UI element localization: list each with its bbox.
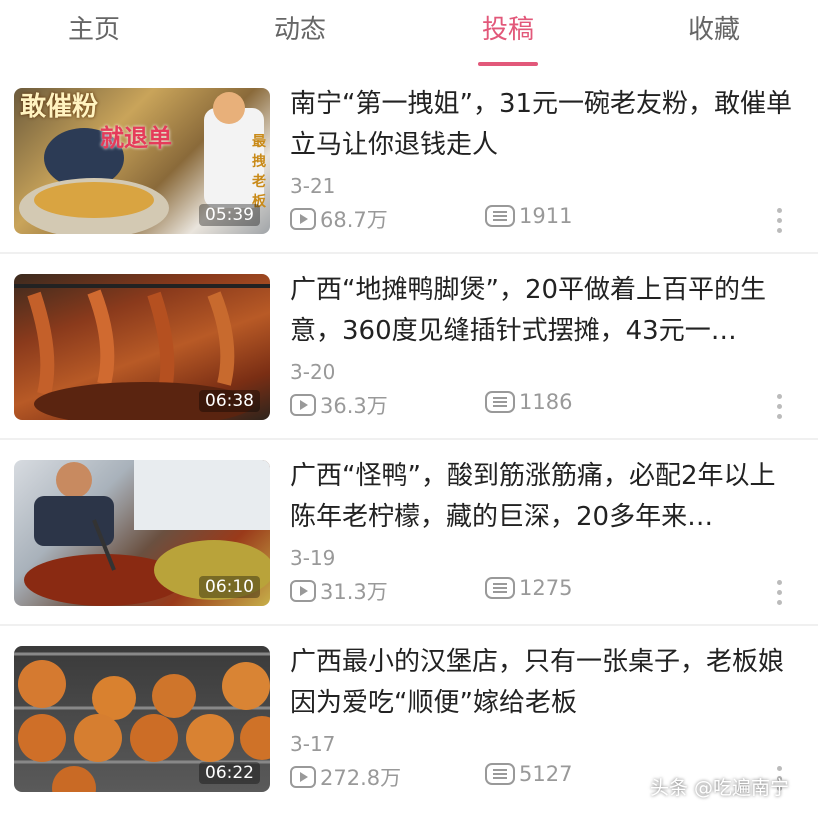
video-date: 3-19 xyxy=(290,546,336,570)
view-count: 272.8万 xyxy=(290,762,401,792)
play-icon xyxy=(290,208,316,230)
more-vertical-icon[interactable] xyxy=(772,578,786,608)
video-thumbnail[interactable]: 06:38 xyxy=(14,274,270,420)
comment-count: 5127 xyxy=(485,762,572,786)
more-vertical-icon[interactable] xyxy=(772,206,786,236)
video-title[interactable]: 南宁“第一拽姐”，31元一碗老友粉，敢催单立马让你退钱走人 xyxy=(290,84,800,166)
video-thumbnail[interactable]: 06:22 xyxy=(14,646,270,792)
comment-count-text: 1911 xyxy=(519,204,573,228)
video-title[interactable]: 广西“怪鸭”，酸到筋涨筋痛，必配2年以上陈年老柠檬，藏的巨深，20多年来… xyxy=(290,456,800,538)
more-vertical-icon[interactable] xyxy=(772,392,786,422)
play-icon xyxy=(290,580,316,602)
video-duration: 06:38 xyxy=(199,390,260,412)
thumbnail-caption: 敢催粉 xyxy=(20,92,99,122)
divider xyxy=(0,624,818,626)
comment-count: 1275 xyxy=(485,576,572,600)
comment-icon xyxy=(485,205,515,227)
divider xyxy=(0,438,818,440)
comment-icon xyxy=(485,763,515,785)
play-icon xyxy=(290,766,316,788)
divider xyxy=(0,252,818,254)
tab-home[interactable]: 主页 xyxy=(34,12,154,52)
comment-count-text: 5127 xyxy=(519,762,573,786)
video-item[interactable]: 06:10 广西“怪鸭”，酸到筋涨筋痛，必配2年以上陈年老柠檬，藏的巨深，20多… xyxy=(0,444,818,630)
view-count-text: 272.8万 xyxy=(320,766,402,790)
tab-bar: 主页 动态 投稿 收藏 xyxy=(0,0,818,72)
tab-favorites[interactable]: 收藏 xyxy=(654,12,774,52)
view-count-text: 31.3万 xyxy=(320,580,388,604)
video-item[interactable]: 敢催粉 就退单 最拽老板 05:39 南宁“第一拽姐”，31元一碗老友粉，敢催单… xyxy=(0,72,818,258)
video-date: 3-17 xyxy=(290,732,336,756)
comment-icon xyxy=(485,577,515,599)
view-count: 31.3万 xyxy=(290,576,388,606)
video-duration: 06:22 xyxy=(199,762,260,784)
video-item[interactable]: 06:38 广西“地摊鸭脚煲”，20平做着上百平的生意，360度见缝插针式摆摊，… xyxy=(0,258,818,444)
view-count-text: 68.7万 xyxy=(320,208,388,232)
comment-count: 1911 xyxy=(485,204,572,228)
comment-count: 1186 xyxy=(485,390,572,414)
watermark: 头条 @吃遍南宁 xyxy=(650,777,790,799)
comment-count-text: 1186 xyxy=(519,390,573,414)
video-date: 3-20 xyxy=(290,360,336,384)
view-count: 68.7万 xyxy=(290,204,388,234)
view-count-text: 36.3万 xyxy=(320,394,388,418)
tab-activity[interactable]: 动态 xyxy=(240,12,360,52)
video-title[interactable]: 广西“地摊鸭脚煲”，20平做着上百平的生意，360度见缝插针式摆摊，43元一… xyxy=(290,270,800,352)
tab-submissions[interactable]: 投稿 xyxy=(448,12,568,52)
view-count: 36.3万 xyxy=(290,390,388,420)
comment-icon xyxy=(485,391,515,413)
video-thumbnail[interactable]: 敢催粉 就退单 最拽老板 05:39 xyxy=(14,88,270,234)
thumbnail-caption: 就退单 xyxy=(100,124,172,152)
play-icon xyxy=(290,394,316,416)
video-duration: 05:39 xyxy=(199,204,260,226)
thumbnail-caption: 最拽老板 xyxy=(252,134,266,210)
video-thumbnail[interactable]: 06:10 xyxy=(14,460,270,606)
active-tab-indicator xyxy=(478,62,538,66)
video-date: 3-21 xyxy=(290,174,336,198)
comment-count-text: 1275 xyxy=(519,576,573,600)
video-title[interactable]: 广西最小的汉堡店，只有一张桌子，老板娘因为爱吃“顺便”嫁给老板 xyxy=(290,642,800,724)
video-duration: 06:10 xyxy=(199,576,260,598)
